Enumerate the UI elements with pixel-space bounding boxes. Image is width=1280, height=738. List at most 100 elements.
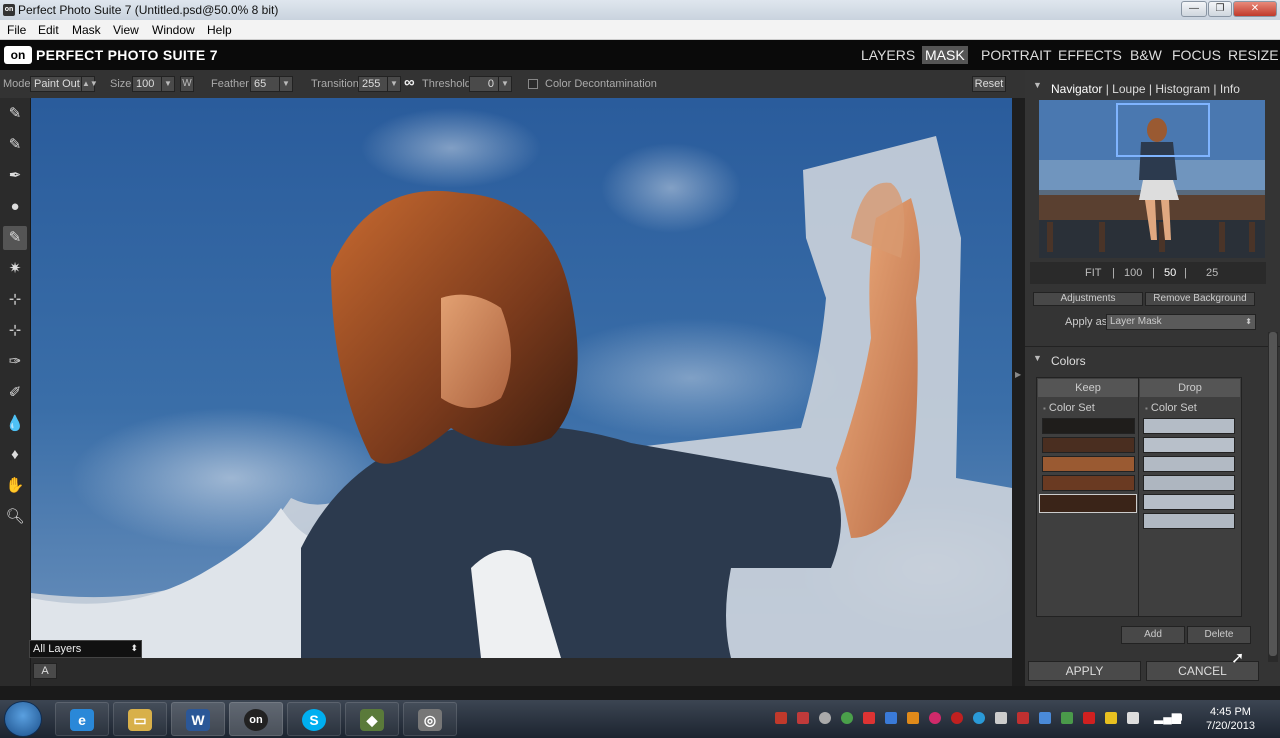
color-decontamination-checkbox[interactable] (528, 79, 538, 89)
menu-window[interactable]: Window (152, 23, 195, 37)
hand-icon[interactable]: ✋ (3, 474, 27, 498)
tray-app-icon[interactable] (1105, 712, 1117, 724)
keep-swatch[interactable] (1042, 456, 1135, 472)
tray-app-icon[interactable] (995, 712, 1007, 724)
network-icon[interactable]: ▂▄▆ (1154, 710, 1181, 724)
color-brush-icon[interactable]: ● (3, 195, 27, 219)
menu-view[interactable]: View (113, 23, 139, 37)
taskbar-word[interactable]: W (171, 702, 225, 736)
menu-mask[interactable]: Mask (72, 23, 101, 37)
delete-color-button[interactable]: Delete (1187, 626, 1251, 644)
tab-navigator[interactable]: Navigator (1051, 82, 1102, 96)
tray-app-icon[interactable] (1061, 712, 1073, 724)
module-bw[interactable]: B&W (1130, 47, 1162, 63)
mode-spinner[interactable]: ▲▼ (81, 76, 98, 92)
tray-app-icon[interactable] (797, 712, 809, 724)
keep-color-set[interactable]: ▪ Color Set (1043, 400, 1095, 416)
collapse-triangle-icon[interactable]: ▼ (1033, 80, 1042, 90)
feather-field[interactable]: 65 (250, 76, 280, 92)
blur-brush-icon[interactable]: ✐ (3, 381, 27, 405)
adjustments-button[interactable]: Adjustments (1033, 292, 1143, 306)
tray-app-icon[interactable] (819, 712, 831, 724)
mode-select[interactable]: Paint Out (30, 76, 82, 92)
keep-swatch[interactable] (1042, 437, 1135, 453)
add-color-button[interactable]: Add (1121, 626, 1185, 644)
bucket-icon[interactable]: ♦ (3, 443, 27, 467)
tab-histogram[interactable]: Histogram (1155, 82, 1210, 96)
start-button[interactable] (4, 701, 42, 737)
drop-swatch[interactable] (1143, 456, 1235, 472)
magic-brush-icon[interactable]: ✎ (3, 226, 27, 250)
drop-swatch[interactable] (1143, 494, 1235, 510)
module-layers[interactable]: LAYERS (861, 47, 915, 63)
drop-swatch[interactable] (1143, 437, 1235, 453)
threshold-field[interactable]: 0 (469, 76, 499, 92)
tray-adobe-icon[interactable] (775, 712, 787, 724)
zoom-fit[interactable]: FIT (1085, 267, 1102, 279)
apply-as-select[interactable]: Layer Mask ⬍ (1106, 314, 1256, 330)
module-focus[interactable]: FOCUS (1172, 47, 1221, 63)
tray-app-icon[interactable] (1127, 712, 1139, 724)
panel-scrollbar[interactable] (1268, 332, 1278, 662)
size-dropdown-icon[interactable]: ▼ (161, 76, 175, 92)
menu-edit[interactable]: Edit (38, 23, 59, 37)
pen-icon[interactable]: ✒ (3, 164, 27, 188)
menu-help[interactable]: Help (207, 23, 232, 37)
zoom-50[interactable]: 50 (1164, 267, 1176, 279)
scrollbar-thumb[interactable] (1269, 332, 1277, 656)
tray-app-icon[interactable] (863, 712, 875, 724)
tab-info[interactable]: Info (1220, 82, 1240, 96)
maximize-button[interactable]: ❐ (1208, 1, 1232, 17)
layers-select[interactable]: All Layers ⬍ (29, 640, 142, 658)
panel-divider[interactable]: ▶ (1012, 98, 1025, 686)
tray-app-icon[interactable] (907, 712, 919, 724)
threshold-dropdown-icon[interactable]: ▼ (498, 76, 512, 92)
eyedropper-plus-icon[interactable]: ⊹ (3, 288, 27, 312)
apply-button[interactable]: APPLY (1028, 661, 1141, 681)
taskbar-internet-explorer[interactable]: e (55, 702, 109, 736)
taskbar-clock[interactable]: 4:45 PM 7/20/2013 (1206, 705, 1255, 733)
zoom-icon[interactable]: 🔍︎ (3, 505, 27, 529)
taskbar-onone[interactable]: on (229, 702, 283, 736)
menu-file[interactable]: File (7, 23, 26, 37)
close-button[interactable]: ✕ (1233, 1, 1277, 17)
drop-icon[interactable]: 💧 (3, 412, 27, 436)
tray-app-icon[interactable] (951, 712, 963, 724)
module-mask[interactable]: MASK (922, 46, 968, 64)
drop-swatch[interactable] (1143, 513, 1235, 529)
module-effects[interactable]: EFFECTS (1058, 47, 1122, 63)
tray-app-icon[interactable] (1017, 712, 1029, 724)
zoom-100[interactable]: 100 (1124, 267, 1142, 279)
transition-dropdown-icon[interactable]: ▼ (387, 76, 401, 92)
taskbar-file-explorer[interactable]: ▭ (113, 702, 167, 736)
collapse-triangle-icon[interactable]: ▼ (1033, 353, 1042, 363)
tray-app-icon[interactable] (1083, 712, 1095, 724)
tray-app-icon[interactable] (1039, 712, 1051, 724)
tray-dropbox-icon[interactable] (885, 712, 897, 724)
size-field[interactable]: 100 (132, 76, 162, 92)
eyedropper-minus-icon[interactable]: ⊹ (3, 319, 27, 343)
pen-tool-icon[interactable]: ✑ (3, 350, 27, 374)
volume-icon[interactable]: 🔈︎ (1178, 709, 1186, 725)
link-icon[interactable]: ∞ (404, 74, 415, 91)
keep-swatch[interactable] (1042, 475, 1135, 491)
tray-app-icon[interactable] (841, 712, 853, 724)
navigator-thumbnail[interactable] (1039, 100, 1265, 258)
drop-swatch[interactable] (1143, 475, 1235, 491)
reset-button[interactable]: Reset (972, 76, 1006, 92)
keep-swatch-selected[interactable] (1039, 494, 1137, 513)
feather-dropdown-icon[interactable]: ▼ (279, 76, 293, 92)
drop-color-set[interactable]: ▪ Color Set (1145, 400, 1197, 416)
drop-swatch[interactable] (1143, 418, 1235, 434)
brush-minus-icon[interactable]: ✎ (3, 133, 27, 157)
remove-background-button[interactable]: Remove Background (1145, 292, 1255, 306)
image-canvas[interactable] (31, 98, 1012, 658)
taskbar-app-record[interactable]: ◎ (403, 702, 457, 736)
taskbar-skype[interactable]: S (287, 702, 341, 736)
tray-app-icon[interactable] (929, 712, 941, 724)
transition-field[interactable]: 255 (358, 76, 388, 92)
a-button[interactable]: A (33, 663, 57, 679)
module-resize[interactable]: RESIZE (1228, 47, 1279, 63)
minimize-button[interactable]: — (1181, 1, 1207, 17)
brush-plus-icon[interactable]: ✎ (3, 102, 27, 126)
